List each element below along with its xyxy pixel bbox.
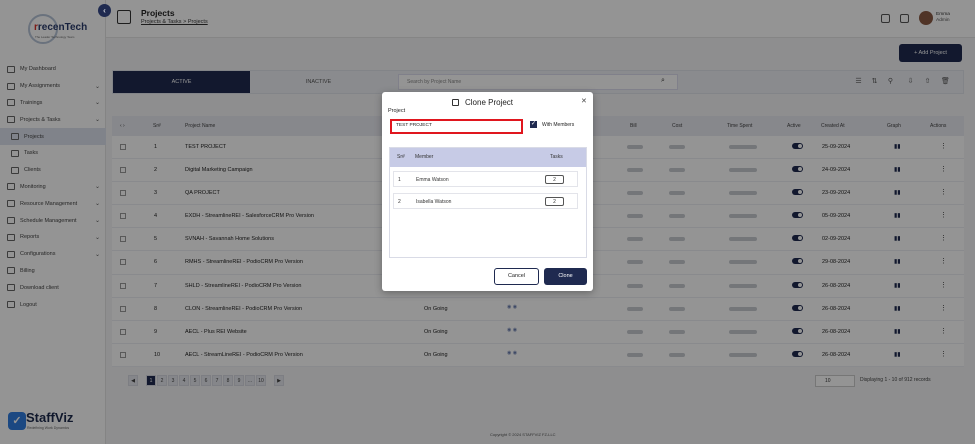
col-tasks: Tasks — [550, 154, 563, 160]
modal-title: Clone Project — [465, 98, 514, 107]
close-icon[interactable]: ✕ — [581, 97, 587, 105]
members-table: Sr# Member Tasks 1 Emma Watson 2 2 Isabe… — [389, 147, 587, 258]
clone-button[interactable]: Clone — [544, 268, 587, 285]
project-field-label: Project — [388, 108, 406, 114]
member-sr: 1 — [398, 177, 401, 183]
members-table-header: Sr# Member Tasks — [390, 148, 586, 167]
member-name: Isabella Watson — [416, 199, 452, 205]
member-sr: 2 — [398, 199, 401, 205]
clone-icon — [452, 99, 459, 106]
tasks-count-input[interactable]: 2 — [545, 175, 564, 184]
member-row: 2 Isabella Watson 2 — [393, 193, 578, 209]
project-name-input[interactable]: TEST PROJECT — [390, 119, 523, 134]
member-name: Emma Watson — [416, 177, 449, 183]
cancel-button[interactable]: Cancel — [494, 268, 539, 285]
members-scrollbar[interactable] — [581, 169, 585, 255]
collapse-sidebar-button[interactable]: ‹ — [98, 4, 111, 17]
member-row: 1 Emma Watson 2 — [393, 171, 578, 187]
col-member: Member — [415, 154, 434, 160]
with-members-checkbox[interactable]: ✓ — [530, 121, 537, 128]
col-member-sr: Sr# — [397, 154, 405, 160]
tasks-count-input[interactable]: 2 — [545, 197, 564, 206]
clone-project-modal: Clone Project ✕ Project TEST PROJECT ✓ W… — [382, 92, 593, 291]
with-members-label: With Members — [542, 122, 575, 128]
